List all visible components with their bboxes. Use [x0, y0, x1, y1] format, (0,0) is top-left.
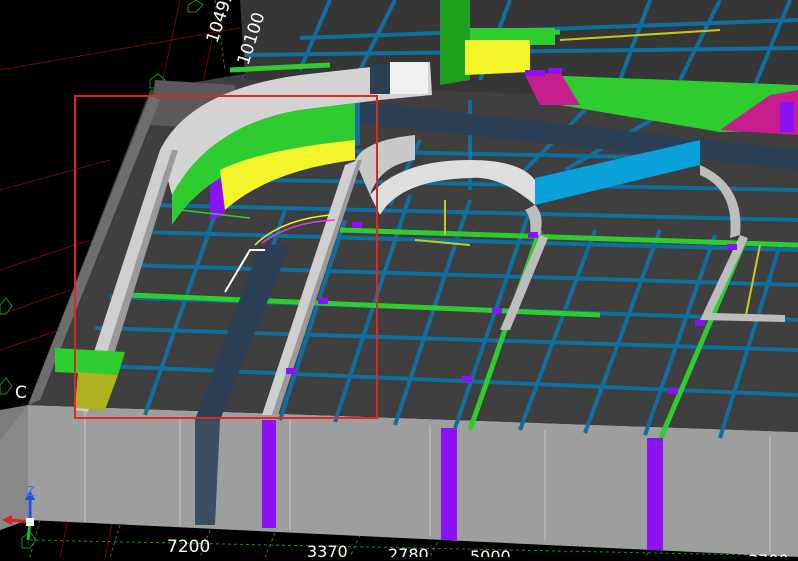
curved-wall-cap: [390, 62, 428, 94]
curved-wall-gap: [370, 64, 390, 94]
dimension-label-bottom-2: 3370: [307, 542, 348, 557]
dimension-label-bottom-1: 7200: [167, 537, 210, 557]
z-axis-label: Z: [26, 485, 35, 500]
yellow-beam-top: [465, 40, 530, 75]
violet-column-3: [647, 438, 663, 550]
dimension-label-bottom-3: 2780: [388, 545, 429, 557]
model-canvas[interactable]: C 10495 10100 7200 3370 2780 5000 Z: [0, 0, 798, 561]
grid-marker-label: C: [15, 383, 27, 403]
violet-column-2: [441, 428, 457, 540]
3d-model-viewport[interactable]: C 10495 10100 7200 3370 2780 5000 Z: [0, 0, 798, 561]
dimension-label-bottom-5: 3700: [748, 551, 789, 557]
dimension-label-bottom-4: 5000: [470, 547, 511, 557]
violet-column-1: [262, 420, 276, 528]
green-pad-left: [55, 348, 125, 375]
axis-origin: [26, 518, 34, 526]
